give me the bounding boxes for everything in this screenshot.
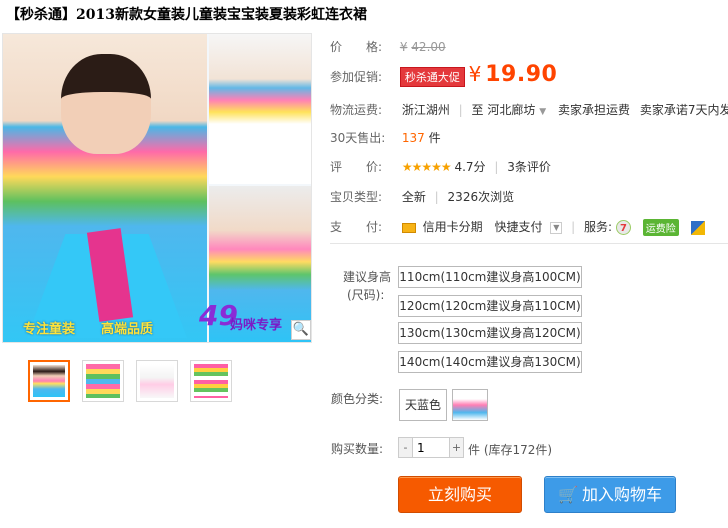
- item-type-separator: |: [434, 190, 439, 204]
- original-yen: ¥: [399, 40, 408, 54]
- section-divider: [330, 243, 728, 244]
- product-main-image[interactable]: 专注童装 高端品质 49 妈咪专享 🔍: [2, 33, 312, 343]
- color-option-sky-blue[interactable]: 天蓝色: [399, 389, 447, 421]
- thumbnail-1[interactable]: [28, 360, 70, 402]
- view-count: 2326次浏览: [447, 190, 515, 204]
- shipping-from: 浙江湖州: [401, 103, 450, 117]
- promotion-row: 参加促销: 秒杀通大促 ¥ 19.90: [330, 62, 557, 87]
- quantity-label: 购买数量:: [331, 442, 384, 456]
- add-to-cart-button[interactable]: 🛒 加入购物车: [544, 476, 676, 513]
- size-option-130[interactable]: 130cm(130cm建议身高120CM): [398, 322, 582, 344]
- size-option-140[interactable]: 140cm(140cm建议身高130CM): [398, 351, 582, 373]
- payment-separator: |: [571, 220, 576, 234]
- item-type-label: 宝贝类型:: [330, 190, 383, 204]
- shipping-destination[interactable]: 河北廊坊: [487, 103, 535, 117]
- review-count[interactable]: 3条评价: [507, 160, 551, 174]
- sales-count: 137: [401, 131, 425, 145]
- cart-icon: 🛒: [558, 485, 578, 504]
- magnifier-icon[interactable]: 🔍: [291, 320, 311, 340]
- sales-unit: 件: [428, 131, 441, 145]
- rating-row: 评 价: ★★★★★ 4.7分 | 3条评价: [330, 158, 551, 175]
- promo-text-right: 高端品质: [101, 322, 154, 337]
- payment-row: 支 付: 信用卡分期 快捷支付 ▼ | 服务: 7 运费险: [330, 218, 705, 236]
- promo-yen: ¥: [468, 62, 482, 86]
- shipping-fee: 卖家承担运费: [557, 103, 630, 117]
- rating-stars: ★★★★★: [401, 160, 452, 174]
- service-label: 服务:: [584, 220, 613, 234]
- stock-info: 件 (库存172件): [468, 443, 553, 457]
- quantity-stepper: - +: [398, 437, 464, 458]
- dropdown-toggle-icon[interactable]: ▼: [550, 221, 563, 234]
- buy-now-button[interactable]: 立刻购买: [398, 476, 522, 513]
- credit-card-icon: [401, 222, 416, 233]
- rating-separator: |: [494, 160, 499, 174]
- main-photo-girl: [3, 34, 207, 342]
- size-option-110[interactable]: 110cm(110cm建议身高100CM): [398, 266, 582, 288]
- girl-face: [61, 54, 151, 154]
- shipping-to-sep: 至: [471, 103, 484, 117]
- rating-score: 4.7分: [454, 160, 486, 174]
- sales-row: 30天售出: 137 件: [330, 129, 441, 146]
- freight-insurance-badge[interactable]: 运费险: [642, 219, 679, 236]
- photo-top-right: [209, 34, 311, 184]
- price-row: 价 格: ¥ 42.00: [330, 38, 446, 55]
- chevron-down-icon[interactable]: ▼: [539, 107, 546, 117]
- quick-pay[interactable]: 快捷支付: [495, 220, 543, 234]
- original-price: 42.00: [411, 40, 446, 54]
- item-condition: 全新: [401, 190, 426, 204]
- rating-label: 评 价:: [330, 160, 383, 174]
- color-option-thumbnail[interactable]: [452, 389, 488, 421]
- payment-label: 支 付:: [330, 220, 383, 234]
- size-label-line2: (尺码):: [347, 288, 385, 302]
- size-option-120[interactable]: 120cm(120cm建议身高110CM): [398, 295, 582, 317]
- quantity-input[interactable]: [412, 438, 450, 457]
- item-type-row: 宝贝类型: 全新 | 2326次浏览: [330, 188, 514, 205]
- logo-text: 妈咪专享: [230, 318, 283, 333]
- shipping-separator: |: [458, 103, 463, 117]
- thumbnail-strip: [28, 360, 232, 402]
- shipping-promise: 卖家承诺7天内发货: [639, 103, 728, 117]
- size-label: 建议身高 (尺码):: [343, 268, 391, 304]
- promotion-label: 参加促销:: [330, 70, 383, 84]
- promo-text-left: 专注童装: [23, 322, 76, 337]
- shipping-label: 物流运费:: [330, 103, 383, 117]
- size-label-line1: 建议身高: [343, 270, 392, 284]
- promo-price: 19.90: [485, 62, 558, 87]
- quantity-decrease-button[interactable]: -: [399, 438, 412, 457]
- credit-installment[interactable]: 信用卡分期: [423, 220, 483, 234]
- promotion-badge: 秒杀通大促: [399, 67, 465, 87]
- quantity-increase-button[interactable]: +: [450, 438, 463, 457]
- thumbnail-4[interactable]: [190, 360, 232, 402]
- service-guarantee-icon[interactable]: [690, 220, 705, 235]
- thumbnail-2[interactable]: [82, 360, 124, 402]
- product-title: 【秒杀通】2013新款女童装儿童装宝宝装夏装彩虹连衣裙: [6, 7, 367, 23]
- seven-day-return-icon[interactable]: 7: [615, 220, 631, 235]
- thumbnail-3[interactable]: [136, 360, 178, 402]
- shipping-row: 物流运费: 浙江湖州 | 至 河北廊坊 ▼ 卖家承担运费 卖家承诺7天内发货: [330, 101, 728, 118]
- price-label: 价 格:: [330, 40, 383, 54]
- color-label: 颜色分类:: [331, 392, 384, 406]
- sales-label: 30天售出:: [330, 131, 386, 145]
- add-to-cart-label: 加入购物车: [581, 485, 662, 504]
